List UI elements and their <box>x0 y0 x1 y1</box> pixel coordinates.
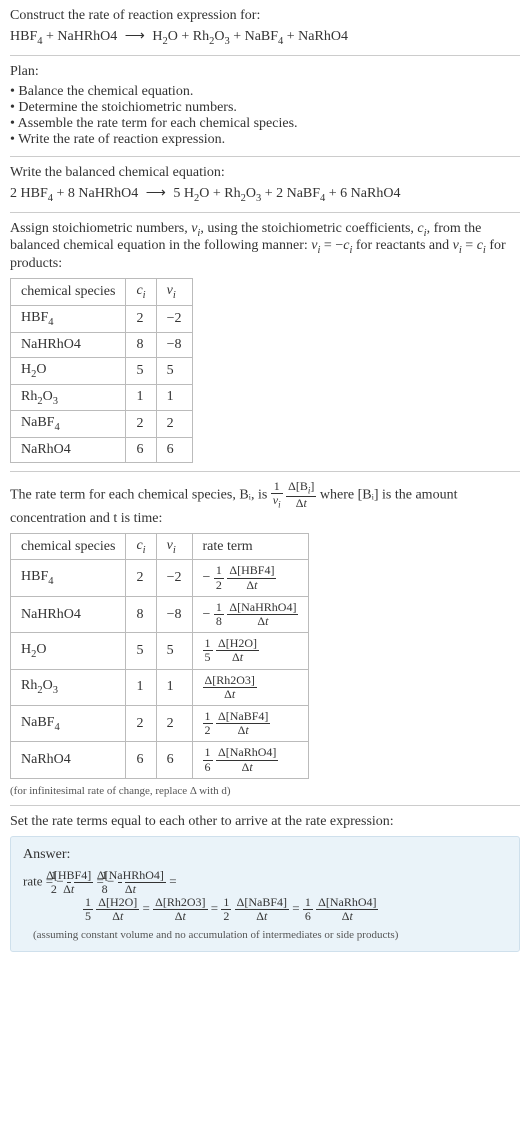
plan-list: Balance the chemical equation. Determine… <box>10 84 520 148</box>
answer-label: Answer: <box>23 847 507 863</box>
table-row: NaHRhO48−8 <box>11 332 193 357</box>
table-row: NaBF422 <box>11 411 193 438</box>
cell: 16 Δ[NaRhO4]Δt <box>192 742 309 778</box>
cell: 5 <box>126 357 156 384</box>
table-row: NaBF42212 Δ[NaBF4]Δt <box>11 705 309 741</box>
balanced-equation: 2 HBF4 + 8 NaHRhO4 ⟶ 5 H2O + Rh2O3 + 2 N… <box>10 185 520 204</box>
cell: Rh2O3 <box>11 669 126 705</box>
table-row: H2O55 <box>11 357 193 384</box>
table-row: Rh2O311 <box>11 384 193 411</box>
rate-term-table: chemical species ci νi rate term HBF42−2… <box>10 533 309 779</box>
stoich-text: Assign stoichiometric numbers, νi, using… <box>10 221 520 273</box>
stoichiometry-table: chemical species ci νi HBF42−2 NaHRhO48−… <box>10 278 193 463</box>
cell: 2 <box>126 560 156 596</box>
cell: 5 <box>126 633 156 669</box>
answer-note: (assuming constant volume and no accumul… <box>23 929 507 941</box>
cell: 2 <box>126 705 156 741</box>
cell: 12 Δ[NaBF4]Δt <box>192 705 309 741</box>
cell: 5 <box>156 633 192 669</box>
cell: 2 <box>156 411 192 438</box>
table-header: νi <box>156 279 192 306</box>
cell: Δ[Rh2O3]Δt <box>192 669 309 705</box>
cell: H2O <box>11 357 126 384</box>
table-header: νi <box>156 533 192 560</box>
cell: −8 <box>156 596 192 632</box>
cell: HBF4 <box>11 305 126 332</box>
cell: 1 <box>126 384 156 411</box>
cell: NaHRhO4 <box>11 596 126 632</box>
cell: HBF4 <box>11 560 126 596</box>
cell: 2 <box>156 705 192 741</box>
infinitesimal-note: (for infinitesimal rate of change, repla… <box>10 785 520 797</box>
cell: NaBF4 <box>11 705 126 741</box>
cell: NaRhO4 <box>11 438 126 463</box>
cell: 1 <box>156 669 192 705</box>
table-row: NaRhO466 <box>11 438 193 463</box>
divider <box>10 55 520 56</box>
unbalanced-equation: HBF4 + NaHRhO4 ⟶ H2O + Rh2O3 + NaBF4 + N… <box>10 28 520 47</box>
cell: 1 <box>156 384 192 411</box>
rate-term-text: The rate term for each chemical species,… <box>10 480 520 526</box>
table-row: NaRhO46616 Δ[NaRhO4]Δt <box>11 742 309 778</box>
plan-item: Assemble the rate term for each chemical… <box>10 116 520 132</box>
cell: 2 <box>126 411 156 438</box>
page-title: Construct the rate of reaction expressio… <box>10 8 520 24</box>
cell: 15 Δ[H2O]Δt <box>192 633 309 669</box>
balanced-label: Write the balanced chemical equation: <box>10 165 520 181</box>
cell: −2 <box>156 560 192 596</box>
cell: 2 <box>126 305 156 332</box>
cell: NaHRhO4 <box>11 332 126 357</box>
cell: NaBF4 <box>11 411 126 438</box>
cell: Rh2O3 <box>11 384 126 411</box>
table-row: Rh2O311Δ[Rh2O3]Δt <box>11 669 309 705</box>
table-row: H2O5515 Δ[H2O]Δt <box>11 633 309 669</box>
table-header: chemical species <box>11 533 126 560</box>
plan-item: Determine the stoichiometric numbers. <box>10 100 520 116</box>
table-header: chemical species <box>11 279 126 306</box>
cell: −2 <box>156 305 192 332</box>
divider <box>10 805 520 806</box>
cell: 6 <box>126 742 156 778</box>
plan-item: Write the rate of reaction expression. <box>10 132 520 148</box>
cell: 6 <box>156 438 192 463</box>
answer-expression: rate = − 12 Δ[HBF4]Δt = − 18 Δ[NaHRhO4]Δ… <box>23 869 507 924</box>
plan-item: Balance the chemical equation. <box>10 84 520 100</box>
cell: −8 <box>156 332 192 357</box>
table-header: ci <box>126 279 156 306</box>
cell: 6 <box>126 438 156 463</box>
table-header: ci <box>126 533 156 560</box>
answer-box: Answer: rate = − 12 Δ[HBF4]Δt = − 18 Δ[N… <box>10 836 520 953</box>
table-row: NaHRhO48−8− 18 Δ[NaHRhO4]Δt <box>11 596 309 632</box>
cell: H2O <box>11 633 126 669</box>
cell: 5 <box>156 357 192 384</box>
final-text: Set the rate terms equal to each other t… <box>10 814 520 830</box>
divider <box>10 156 520 157</box>
cell: − 18 Δ[NaHRhO4]Δt <box>192 596 309 632</box>
plan-label: Plan: <box>10 64 520 80</box>
cell: 1 <box>126 669 156 705</box>
table-row: HBF42−2− 12 Δ[HBF4]Δt <box>11 560 309 596</box>
cell: 8 <box>126 596 156 632</box>
cell: 6 <box>156 742 192 778</box>
cell: NaRhO4 <box>11 742 126 778</box>
table-header: rate term <box>192 533 309 560</box>
table-row: HBF42−2 <box>11 305 193 332</box>
divider <box>10 212 520 213</box>
cell: − 12 Δ[HBF4]Δt <box>192 560 309 596</box>
divider <box>10 471 520 472</box>
cell: 8 <box>126 332 156 357</box>
